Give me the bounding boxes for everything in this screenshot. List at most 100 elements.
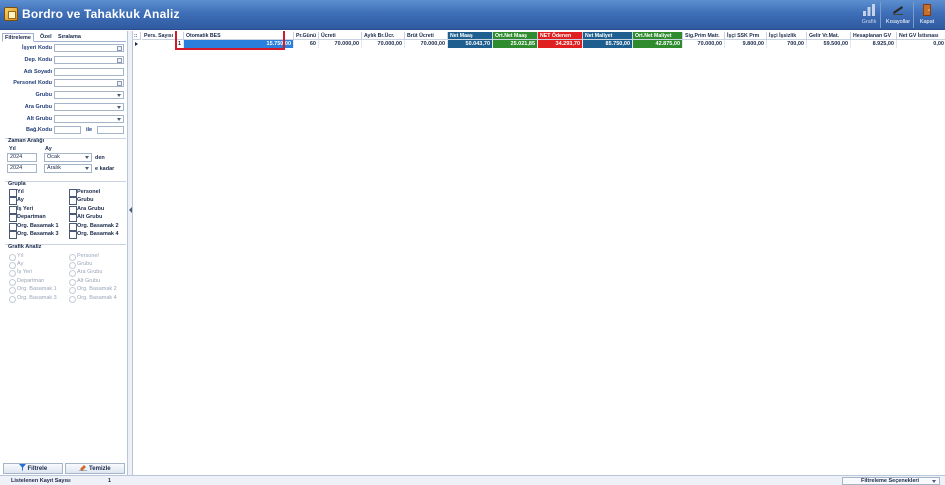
ara-grubu-select[interactable]: [54, 103, 124, 111]
grafik-org3-radio[interactable]: Org. Basamak 3: [9, 295, 57, 303]
grafik-personel-radio[interactable]: Personel: [69, 253, 99, 261]
adi-soyadi-input[interactable]: [54, 68, 124, 76]
column-header[interactable]: Aylık Br.Ücr.: [362, 32, 405, 40]
dep-kodu-input[interactable]: [54, 56, 124, 64]
table-cell[interactable]: 70.000,00: [683, 40, 725, 48]
grafik-yil-radio[interactable]: Yıl: [9, 253, 23, 261]
table-cell[interactable]: 0,00: [897, 40, 945, 48]
yil-label: Yıl: [9, 146, 16, 152]
table-cell[interactable]: 700,00: [767, 40, 807, 48]
column-header[interactable]: Net GV İstisnası: [897, 32, 945, 40]
column-header[interactable]: Ort.Net Maliyet: [633, 32, 683, 40]
grupla-org2-checkbox[interactable]: Org. Basamak 2: [69, 223, 119, 231]
table-cell[interactable]: 34.293,70: [538, 40, 583, 48]
exit-door-icon: [923, 4, 931, 16]
temizle-button[interactable]: Temizle: [65, 463, 125, 474]
bag-kodu-end-input[interactable]: [97, 126, 124, 134]
grupla-alt-grubu-checkbox[interactable]: Alt Grubu: [69, 214, 102, 222]
highlighted-column-box: [175, 31, 285, 50]
column-header[interactable]: Brüt Ücreti: [405, 32, 448, 40]
filter-panel: Filtreleme Özel Sıralama İşyeri Kodu Dep…: [0, 31, 128, 475]
column-header[interactable]: Ort.Net Maaş: [493, 32, 538, 40]
filter-options-dropdown[interactable]: Filtreleme Seçenekleri: [842, 477, 940, 485]
alt-grubu-select[interactable]: [54, 115, 124, 123]
column-header[interactable]: Pr.Günü: [294, 32, 319, 40]
grafik-org1-radio[interactable]: Org. Basamak 1: [9, 286, 57, 294]
isyeri-kodu-input[interactable]: [54, 44, 124, 52]
column-header[interactable]: İşçi İşsizlik: [767, 32, 807, 40]
start-year-input[interactable]: 2024: [7, 153, 37, 162]
table-cell[interactable]: 70.000,00: [405, 40, 448, 48]
app-icon: [4, 7, 18, 21]
table-cell[interactable]: 25.021,85: [493, 40, 538, 48]
adi-soyadi-label: Adı Soyadı: [23, 69, 52, 75]
end-month-select[interactable]: Aralık: [44, 164, 92, 173]
column-header[interactable]: Ücreti: [319, 32, 362, 40]
kisayollar-button[interactable]: Kısayollar: [882, 3, 914, 28]
grafik-departman-radio[interactable]: Departman: [9, 278, 44, 286]
lookup-button[interactable]: [117, 58, 122, 63]
column-header[interactable]: Hesaplanan GV: [851, 32, 897, 40]
table-cell[interactable]: 8.925,00: [851, 40, 897, 48]
eraser-icon: [79, 465, 88, 472]
table-cell[interactable]: 70.000,00: [319, 40, 362, 48]
bag-kodu-start-input[interactable]: [54, 126, 81, 134]
grupla-departman-checkbox[interactable]: Departman: [9, 214, 46, 222]
grafik-label: Grafik: [861, 19, 877, 25]
column-header[interactable]: İşçi SSK Prm: [725, 32, 767, 40]
grafik-org2-radio[interactable]: Org. Basamak 2: [69, 286, 117, 294]
grubu-row: Grubu: [2, 91, 126, 100]
chevron-down-icon: [85, 167, 89, 170]
current-row-indicator-icon: [135, 42, 138, 46]
grupla-ara-grubu-checkbox[interactable]: Ara Grubu: [69, 206, 104, 214]
grupla-grubu-checkbox[interactable]: Grubu: [69, 197, 94, 205]
grafik-ara-grubu-radio[interactable]: Ara Grubu: [69, 269, 102, 277]
table-cell[interactable]: 70.000,00: [362, 40, 405, 48]
grupla-org3-checkbox[interactable]: Org. Basamak 3: [9, 231, 59, 239]
tab-ozel[interactable]: Özel: [38, 33, 54, 42]
grafik-grubu-radio[interactable]: Grubu: [69, 261, 92, 269]
e-kadar-label: e kadar: [95, 166, 115, 172]
column-header[interactable]: NET Ödenen: [538, 32, 583, 40]
personel-kodu-input[interactable]: [54, 79, 124, 87]
column-header[interactable]: Net Maliyet: [583, 32, 633, 40]
table-cell[interactable]: 42.875,00: [633, 40, 683, 48]
tab-siralama[interactable]: Sıralama: [56, 33, 83, 42]
table-cell[interactable]: 50.043,70: [448, 40, 493, 48]
kapat-button[interactable]: Kapat: [911, 3, 943, 28]
alt-grubu-row: Alt Grubu: [2, 115, 126, 124]
column-header[interactable]: Gelir Vr.Mat.: [807, 32, 851, 40]
record-count-label: Listelenen Kayıt Sayısı: [11, 478, 71, 484]
lookup-button[interactable]: [117, 81, 122, 86]
table-cell[interactable]: 60: [294, 40, 319, 48]
start-month-select[interactable]: Ocak: [44, 153, 92, 162]
column-header[interactable]: Sig.Prim Matr.: [683, 32, 725, 40]
column-header[interactable]: Net Maaş: [448, 32, 493, 40]
window-title: Bordro ve Tahakkuk Analiz: [22, 7, 180, 21]
isyeri-kodu-label: İşyeri Kodu: [22, 45, 52, 51]
chevron-down-icon: [117, 118, 121, 121]
grupla-org1-checkbox[interactable]: Org. Basamak 1: [9, 223, 59, 231]
grupla-isyeri-checkbox[interactable]: İş Yeri: [9, 206, 33, 214]
grafik-isyeri-radio[interactable]: İş Yeri: [9, 269, 32, 277]
collapse-arrow-icon[interactable]: [129, 207, 132, 213]
table-cell[interactable]: 9.800,00: [725, 40, 767, 48]
grupla-personel-checkbox[interactable]: Personel: [69, 189, 100, 197]
grafik-ay-radio[interactable]: Ay: [9, 261, 23, 269]
grupla-ay-checkbox[interactable]: Ay: [9, 197, 24, 205]
grafik-alt-grubu-radio[interactable]: Alt Grubu: [69, 278, 100, 286]
temizle-label: Temizle: [89, 466, 111, 472]
grupla-org4-checkbox[interactable]: Org. Basamak 4: [69, 231, 119, 239]
title-bar: Bordro ve Tahakkuk Analiz Grafik Kısayol…: [0, 0, 945, 30]
end-year-input[interactable]: 2024: [7, 164, 37, 173]
filtrele-button[interactable]: Filtrele: [3, 463, 63, 474]
grafik-org4-radio[interactable]: Org. Basamak 4: [69, 295, 117, 303]
filtrele-label: Filtrele: [27, 466, 48, 472]
table-cell[interactable]: 85.750,00: [583, 40, 633, 48]
den-label: den: [95, 155, 105, 161]
lookup-button[interactable]: [117, 46, 122, 51]
tab-filtreleme[interactable]: Filtreleme: [2, 33, 34, 42]
table-cell[interactable]: 59.500,00: [807, 40, 851, 48]
grupla-yil-checkbox[interactable]: Yıl: [9, 189, 24, 197]
grubu-select[interactable]: [54, 91, 124, 99]
